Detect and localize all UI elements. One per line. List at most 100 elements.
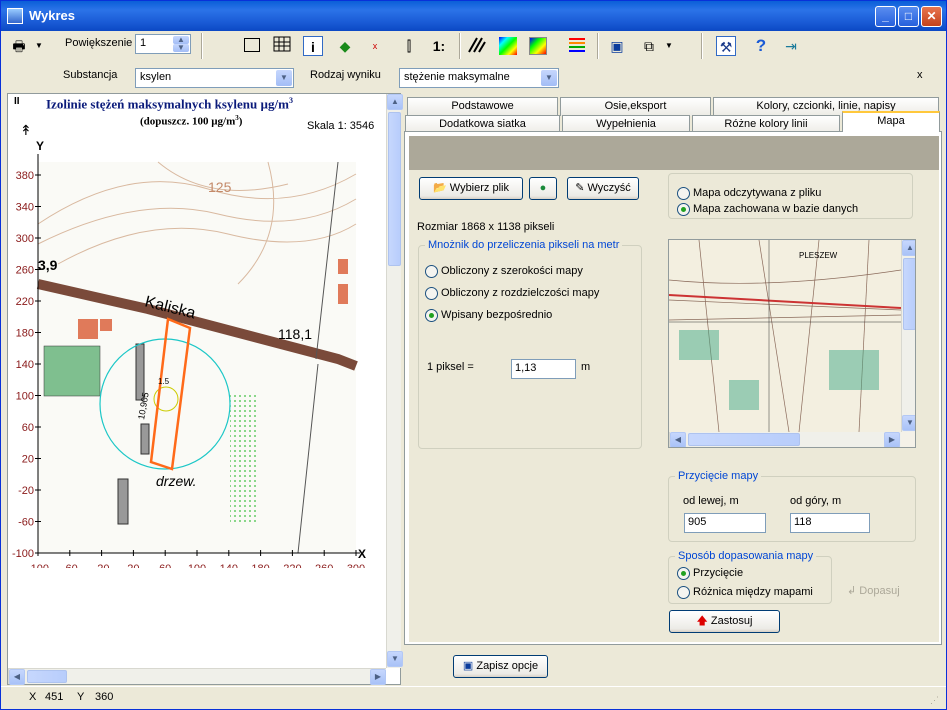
scroll-right-icon[interactable]: ▶ — [370, 669, 386, 685]
chart-vertical-scrollbar[interactable]: ▲ ▼ — [386, 94, 403, 668]
radio-map-from-file-label: Mapa odczytywana z pliku — [693, 187, 822, 199]
main-window: Wykres _ □ ✕ 🖶 ▼ Powiększenie 1 ▲ ▼ i ◆ … — [0, 0, 947, 710]
save-icon: ▣ — [462, 660, 474, 672]
radio-crop[interactable]: Przycięcie — [677, 567, 743, 581]
save-options-button[interactable]: ▣ Zapisz opcje — [453, 655, 548, 678]
pixel-value-field[interactable]: 1,13 — [511, 359, 576, 379]
radio-map-from-file[interactable]: Mapa odczytywana z pliku — [677, 187, 821, 201]
chevron-down-icon: ▼ — [276, 70, 292, 86]
help-icon[interactable]: ? — [751, 36, 771, 56]
copy-icon[interactable]: ⧉ — [639, 36, 659, 56]
clear-button[interactable]: ✎ Wyczyść — [567, 177, 639, 200]
scroll-down-icon[interactable]: ▼ — [902, 415, 915, 431]
scroll-thumb[interactable] — [388, 112, 401, 266]
scroll-down-icon[interactable]: ▼ — [387, 651, 403, 667]
color-lines-icon[interactable] — [528, 36, 548, 56]
fit-button[interactable]: ↲ Dopasuj — [847, 584, 900, 597]
fit-method-group-title: Sposób dopasowania mapy — [675, 550, 817, 562]
exit-icon[interactable]: ⇥ — [781, 36, 801, 56]
preview-vertical-scrollbar[interactable]: ▲ ▼ — [901, 240, 915, 432]
map-preview: PLESZEW ▲ ▼ ◀ ▶ — [668, 239, 916, 448]
legend-icon[interactable] — [567, 36, 587, 56]
radio-crop-label: Przycięcie — [693, 567, 744, 579]
scroll-up-icon[interactable]: ▲ — [387, 94, 403, 110]
window-title: Wykres — [29, 8, 76, 23]
multiplier-group-title: Mnożnik do przeliczenia pikseli na metr — [425, 239, 623, 251]
x-axis-label: X — [358, 547, 366, 561]
pixel-label: 1 piksel = — [427, 361, 474, 373]
map-building — [338, 259, 348, 274]
y-tick-label: 260 — [16, 265, 34, 277]
chart-horizontal-scrollbar[interactable]: ◀ ▶ — [8, 668, 386, 685]
scroll-thumb[interactable] — [27, 670, 67, 683]
status-y-value: 360 — [95, 691, 114, 703]
radio-from-resolution[interactable]: Obliczony z rozdzielczości mapy — [425, 287, 599, 301]
close-button[interactable]: ✕ — [921, 6, 942, 27]
grid-icon[interactable] — [272, 36, 292, 56]
scroll-left-icon[interactable]: ◀ — [670, 432, 686, 447]
preview-horizontal-scrollbar[interactable]: ◀ ▶ — [669, 432, 901, 447]
map-place-label: drzew. — [156, 473, 196, 489]
scroll-up-icon[interactable]: ▲ — [902, 240, 915, 256]
contour-icon[interactable]: ◆ — [335, 36, 355, 56]
toolbar-separator — [201, 33, 203, 59]
x-tick-label: 180 — [251, 563, 269, 568]
x-tick-label: 20 — [127, 563, 139, 568]
multiplier-group: Mnożnik do przeliczenia pikseli na metr … — [418, 239, 642, 449]
frame-icon[interactable] — [242, 36, 262, 56]
value-icon[interactable]: x — [365, 36, 385, 56]
color-fill-icon[interactable] — [498, 36, 518, 56]
scale-bar-icon[interactable]: ⫿ — [399, 36, 419, 56]
y-tick-label: -60 — [18, 517, 34, 529]
scroll-thumb[interactable] — [688, 433, 800, 446]
save-options-label: Zapisz opcje — [476, 660, 539, 672]
radio-map-in-database[interactable]: Mapa zachowana w bazie danych — [677, 203, 858, 217]
tab-mapa[interactable]: Mapa — [842, 111, 940, 132]
tools-icon[interactable]: ⚒ — [716, 36, 736, 56]
left-offset-field[interactable]: 905 — [684, 513, 766, 533]
substance-select[interactable]: ksylen ▼ — [135, 68, 294, 88]
print-icon[interactable]: 🖶 — [9, 36, 29, 56]
copy-dropdown-icon[interactable]: ▼ — [665, 41, 673, 50]
x-tick-label: 60 — [159, 563, 171, 568]
status-bar: X 451 Y 360 ⋰ — [1, 686, 946, 709]
spin-down-icon[interactable]: ▼ — [173, 44, 189, 52]
y-tick-label: 60 — [22, 422, 34, 434]
close-options-button[interactable]: x — [917, 69, 923, 81]
zoom-value: 1 — [140, 37, 147, 49]
zoom-spinner[interactable]: 1 ▲ ▼ — [135, 34, 191, 54]
radio-from-resolution-label: Obliczony z rozdzielczości mapy — [441, 287, 600, 299]
resize-grip-icon[interactable]: ⋰ — [930, 695, 939, 706]
map-building — [43, 345, 101, 397]
choose-file-button[interactable]: 📂 Wybierz plik — [419, 177, 523, 200]
apply-button[interactable]: 🡅 Zastosuj — [669, 610, 780, 633]
map-building — [117, 478, 129, 525]
radio-difference-label: Różnica między mapami — [693, 586, 813, 598]
left-offset-label: od lewej, m — [683, 495, 739, 507]
info-icon[interactable]: i — [303, 36, 323, 56]
scroll-left-icon[interactable]: ◀ — [9, 669, 25, 685]
minimize-button[interactable]: _ — [875, 6, 896, 27]
radio-from-width[interactable]: Obliczony z szerokości mapy — [425, 265, 583, 279]
tab-podstawowe[interactable]: Podstawowe — [407, 97, 558, 116]
top-offset-field[interactable]: 118 — [790, 513, 870, 533]
chart-pane: II Izolinie stężeń maksymalnych ksylenu … — [7, 93, 403, 685]
scroll-right-icon[interactable]: ▶ — [884, 432, 900, 447]
map-contour-label: 125 — [208, 179, 232, 195]
substance-label: Substancja — [63, 69, 118, 81]
radio-direct[interactable]: Wpisany bezpośrednio — [425, 309, 552, 323]
clear-label: Wyczyść — [587, 182, 631, 194]
hatch-icon[interactable] — [467, 36, 487, 56]
scroll-thumb[interactable] — [903, 258, 915, 330]
globe-button[interactable]: ● — [529, 177, 557, 200]
print-dropdown-icon[interactable]: ▼ — [35, 41, 43, 50]
maximize-button[interactable]: □ — [898, 6, 919, 27]
map-source-group: Mapa odczytywana z pliku Mapa zachowana … — [668, 173, 913, 219]
result-type-select[interactable]: stężenie maksymalne ▼ — [399, 68, 559, 88]
radio-difference[interactable]: Różnica między mapami — [677, 586, 813, 600]
scale-ratio-button[interactable]: 1: — [429, 36, 449, 56]
toolbar-separator — [701, 33, 703, 59]
y-tick-label: 140 — [16, 359, 34, 371]
save-icon[interactable]: ▣ — [607, 36, 627, 56]
tab-osie-eksport[interactable]: Osie,eksport — [560, 97, 711, 116]
